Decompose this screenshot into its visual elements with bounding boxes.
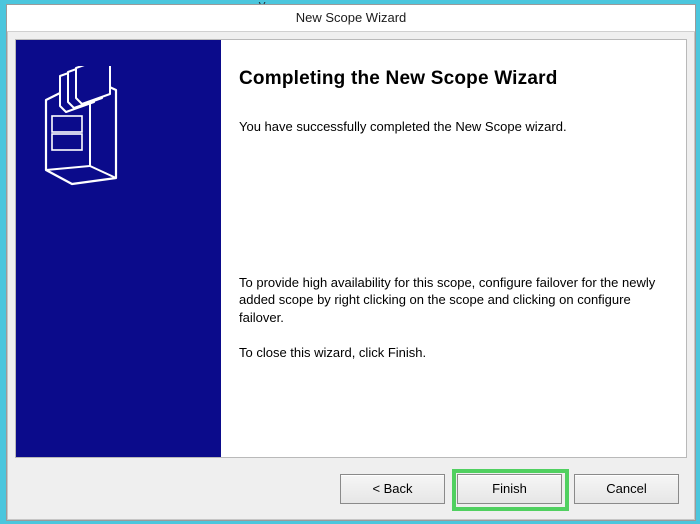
wizard-main-panel: Completing the New Scope Wizard You have… <box>221 40 686 457</box>
failover-note: To provide high availability for this sc… <box>239 274 660 327</box>
wizard-heading: Completing the New Scope Wizard <box>239 68 660 90</box>
window-title: New Scope Wizard <box>296 10 407 25</box>
wizard-client-area: Completing the New Scope Wizard You have… <box>15 39 687 458</box>
titlebar: New Scope Wizard <box>7 5 695 32</box>
wizard-window: New Scope Wizard <box>6 4 696 521</box>
cancel-button[interactable]: Cancel <box>574 474 679 504</box>
server-tower-icon <box>42 66 122 189</box>
finish-button[interactable]: Finish <box>457 474 562 504</box>
close-instruction: To close this wizard, click Finish. <box>239 344 660 362</box>
back-button[interactable]: < Back <box>340 474 445 504</box>
success-message: You have successfully completed the New … <box>239 118 660 136</box>
wizard-sidebar <box>16 40 221 457</box>
spacer <box>239 136 660 274</box>
wizard-button-row: < Back Finish Cancel <box>340 474 679 504</box>
